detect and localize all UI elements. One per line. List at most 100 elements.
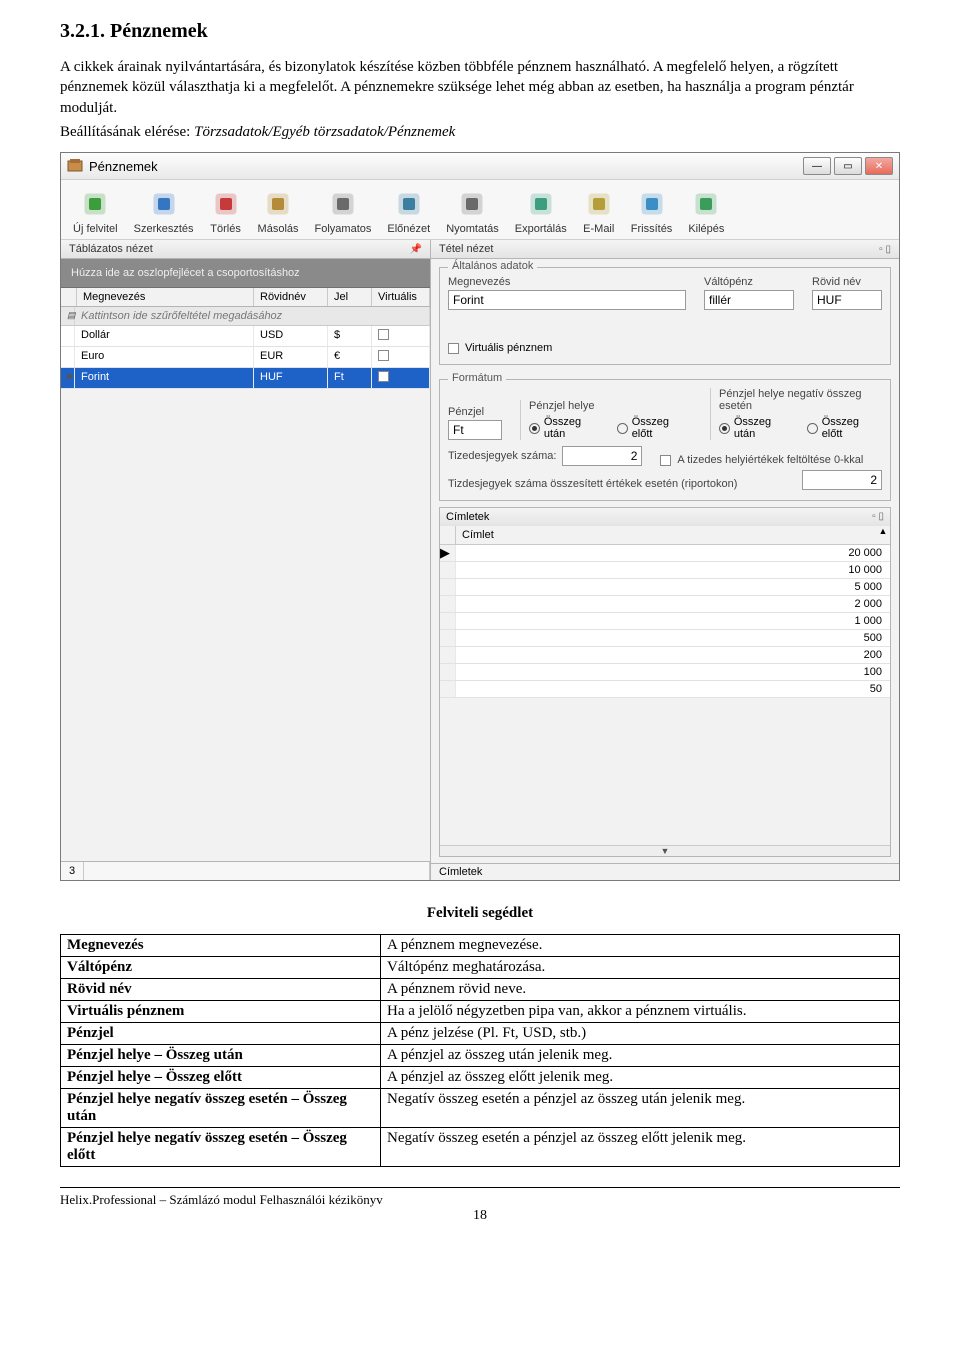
denomination-row[interactable]: 1 000 xyxy=(440,613,890,630)
panel-controls-icon[interactable]: ▫ ▯ xyxy=(879,244,891,255)
delete-button[interactable]: Törlés xyxy=(202,186,250,237)
window-titlebar: Pénznemek — ▭ ✕ xyxy=(61,153,899,180)
path-value: Törzsadatok/Egyéb törzsadatok/Pénznemek xyxy=(194,124,455,140)
print-button[interactable]: Nyomtatás xyxy=(438,186,507,237)
help-term: Megnevezés xyxy=(61,935,381,957)
window-title: Pénznemek xyxy=(89,159,158,174)
denomination-row[interactable]: 50 xyxy=(440,681,890,698)
denomination-row[interactable]: 5 000 xyxy=(440,579,890,596)
place-before-radio[interactable]: Összeg előtt xyxy=(617,416,692,440)
pin-icon[interactable]: 📌 xyxy=(410,244,422,255)
path-paragraph: Beállításának elérése: Törzsadatok/Egyéb… xyxy=(60,122,900,142)
table-view-panel: Táblázatos nézet 📌 Húzza ide az oszlopfe… xyxy=(61,240,431,880)
detail-view-title: Tétel nézet xyxy=(439,243,493,255)
decimals-label: Tizedesjegyek száma: xyxy=(448,450,556,462)
name-input[interactable] xyxy=(448,290,686,310)
change-label: Váltópénz xyxy=(704,276,794,288)
col-sign[interactable]: Jel xyxy=(328,288,372,306)
detail-view-panel: Tétel nézet ▫ ▯ Általános adatok Megneve… xyxy=(431,240,899,880)
new-button[interactable]: Új felvitel xyxy=(65,186,126,237)
close-button[interactable]: ✕ xyxy=(865,157,893,175)
scroll-up-icon[interactable]: ▲ xyxy=(876,526,890,544)
copy-button[interactable]: Másolás xyxy=(250,186,307,237)
neg-before-label: Összeg előtt xyxy=(822,416,882,440)
neg-before-radio[interactable]: Összeg előtt xyxy=(807,416,882,440)
help-term: Virtuális pénznem xyxy=(61,1001,381,1023)
sign-input[interactable] xyxy=(448,420,502,440)
virtual-label: Virtuális pénznem xyxy=(465,342,552,354)
grid-header: Megnevezés Rövidnév Jel Virtuális xyxy=(61,288,430,307)
group-hint[interactable]: Húzza ide az oszlopfejlécet a csoportosí… xyxy=(61,259,430,288)
report-decimals-input[interactable] xyxy=(802,470,882,490)
section-heading: 3.2.1. Pénznemek xyxy=(60,20,900,43)
neg-label: Pénzjel helye negatív összeg esetén xyxy=(719,388,882,412)
help-term: Rövid név xyxy=(61,979,381,1001)
minimize-button[interactable]: — xyxy=(803,157,831,175)
virtual-checkbox[interactable] xyxy=(448,343,459,354)
denomination-row[interactable]: 100 xyxy=(440,664,890,681)
help-term: Pénzjel helye – Összeg után xyxy=(61,1045,381,1067)
denominations-tab[interactable]: Címletek xyxy=(431,863,899,880)
export-button[interactable]: Exportálás xyxy=(507,186,575,237)
currencies-window: Pénznemek — ▭ ✕ Új felvitelSzerkesztésTö… xyxy=(60,152,900,881)
help-table: MegnevezésA pénznem megnevezése.Váltópén… xyxy=(60,934,900,1167)
help-desc: A pénznem rövid neve. xyxy=(381,979,900,1001)
row-count: 3 xyxy=(61,862,84,880)
help-term: Pénzjel helye negatív összeg esetén – Ös… xyxy=(61,1089,381,1128)
help-term: Pénzjel xyxy=(61,1023,381,1045)
help-title: Felviteli segédlet xyxy=(60,905,900,922)
intro-paragraph: A cikkek árainak nyilvántartására, és bi… xyxy=(60,57,900,118)
filter-row[interactable]: ▤ Kattintson ide szűrőfeltétel megadásáh… xyxy=(61,307,430,326)
footer-text: Helix.Professional – Számlázó modul Felh… xyxy=(60,1192,900,1208)
preview-button[interactable]: Előnézet xyxy=(379,186,438,237)
place-after-radio[interactable]: Összeg után xyxy=(529,416,605,440)
edit-button[interactable]: Szerkesztés xyxy=(126,186,202,237)
col-name[interactable]: Megnevezés xyxy=(77,288,254,306)
filter-hint[interactable]: Kattintson ide szűrőfeltétel megadásához xyxy=(75,307,430,325)
report-decimals-label: Tizdesjegyek száma összesített értékek e… xyxy=(448,478,784,490)
col-short[interactable]: Rövidnév xyxy=(254,288,328,306)
col-virtual[interactable]: Virtuális xyxy=(372,288,430,306)
denomination-row[interactable]: 2 000 xyxy=(440,596,890,613)
general-legend: Általános adatok xyxy=(448,260,537,272)
refresh-button[interactable]: Frissítés xyxy=(623,186,681,237)
path-prefix: Beállításának elérése: xyxy=(60,124,194,140)
denomination-row[interactable]: 10 000 xyxy=(440,562,890,579)
toolbar: Új felvitelSzerkesztésTörlésMásolásFolya… xyxy=(61,180,899,240)
scroll-down-icon[interactable]: ▼ xyxy=(440,845,890,856)
table-row[interactable]: DollárUSD$ xyxy=(61,326,430,347)
neg-after-radio[interactable]: Összeg után xyxy=(719,416,795,440)
email-button[interactable]: E-Mail xyxy=(575,186,623,237)
denom-panel-controls-icon[interactable]: ▫ ▯ xyxy=(872,511,884,523)
help-term: Pénzjel helye – Összeg előtt xyxy=(61,1067,381,1089)
table-view-title: Táblázatos nézet xyxy=(69,243,153,255)
table-row[interactable]: ▶ForintHUFFt xyxy=(61,368,430,389)
sign-label: Pénzjel xyxy=(448,406,502,418)
continuous-button[interactable]: Folyamatos xyxy=(307,186,380,237)
denom-col-header[interactable]: Címlet xyxy=(456,526,876,544)
help-desc: A pénzjel az összeg után jelenik meg. xyxy=(381,1045,900,1067)
general-fieldset: Általános adatok Megnevezés Váltópénz Rö… xyxy=(439,267,891,365)
denomination-row[interactable]: 200 xyxy=(440,647,890,664)
short-label: Rövid név xyxy=(812,276,882,288)
zerofill-checkbox[interactable] xyxy=(660,455,671,466)
denomination-row[interactable]: ▶20 000 xyxy=(440,545,890,562)
zerofill-label: A tizedes helyiértékek feltöltése 0-kkal xyxy=(677,454,863,466)
decimals-input[interactable] xyxy=(562,446,642,466)
help-desc: A pénz jelzése (Pl. Ft, USD, stb.) xyxy=(381,1023,900,1045)
change-input[interactable] xyxy=(704,290,794,310)
neg-after-label: Összeg után xyxy=(734,416,795,440)
short-input[interactable] xyxy=(812,290,882,310)
after-label: Összeg után xyxy=(544,416,605,440)
denominations-panel: Címletek ▫ ▯ Címlet ▲ ▶20 00010 0005 000… xyxy=(439,507,891,857)
help-term: Váltópénz xyxy=(61,957,381,979)
app-icon xyxy=(67,158,83,174)
denomination-row[interactable]: 500 xyxy=(440,630,890,647)
table-row[interactable]: EuroEUR€ xyxy=(61,347,430,368)
maximize-button[interactable]: ▭ xyxy=(834,157,862,175)
place-label: Pénzjel helye xyxy=(529,400,692,412)
help-desc: A pénznem megnevezése. xyxy=(381,935,900,957)
exit-button[interactable]: Kilépés xyxy=(680,186,732,237)
help-desc: Váltópénz meghatározása. xyxy=(381,957,900,979)
help-desc: Negatív összeg esetén a pénzjel az össze… xyxy=(381,1128,900,1167)
